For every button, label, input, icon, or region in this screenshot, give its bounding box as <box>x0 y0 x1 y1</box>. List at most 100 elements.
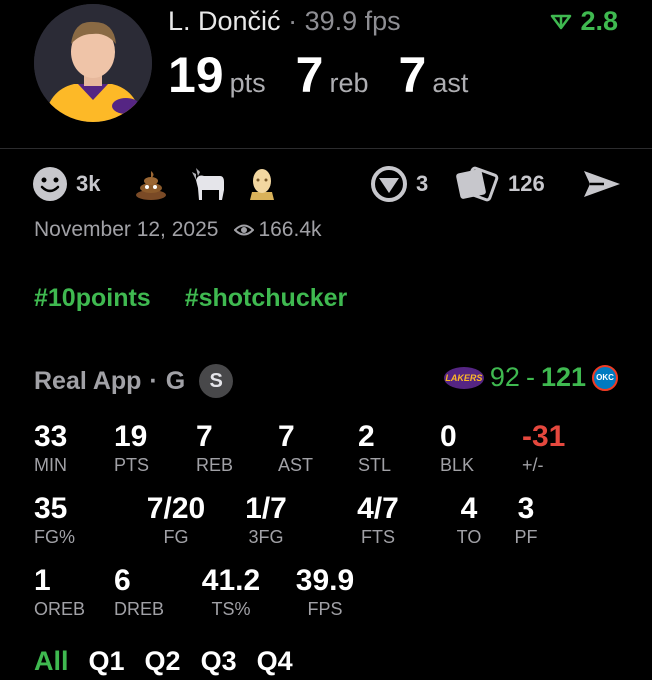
stat-value: 39.9 <box>295 564 355 597</box>
smile-reaction-button[interactable]: 3k <box>32 164 100 204</box>
away-score: 121 <box>540 362 586 392</box>
smile-count: 3k <box>76 171 101 196</box>
goat-reaction-button[interactable] <box>190 164 230 204</box>
stat-value: 41.2 <box>201 564 261 597</box>
stat-min: 33 MIN <box>34 420 67 476</box>
tab-q4[interactable]: Q4 <box>257 646 293 677</box>
stat-value: 1/7 <box>245 492 287 525</box>
stat-value: 7 <box>196 420 213 453</box>
stat-value: 35 <box>34 492 68 525</box>
name-separator: · <box>288 6 298 36</box>
headline-ast-unit: ast <box>432 68 469 98</box>
stat-value: 4/7 <box>357 492 399 525</box>
goat-icon <box>192 168 224 200</box>
stat-value: 0 <box>440 420 457 453</box>
score-dash: - <box>525 362 535 392</box>
cheese-head-icon <box>250 169 274 200</box>
player-fps: 39.9 fps <box>304 6 401 36</box>
poop-reaction-button[interactable] <box>134 164 168 204</box>
source-name: Real App <box>34 366 142 395</box>
tab-q2[interactable]: Q2 <box>145 646 181 677</box>
stat-label: PTS <box>114 455 150 475</box>
tab-q3[interactable]: Q3 <box>201 646 237 677</box>
stat-label: DREB <box>114 599 165 619</box>
stat-blk: 0 BLK <box>440 420 474 476</box>
stat-to: 4 TO <box>457 492 482 548</box>
stat-label: FG <box>163 527 189 547</box>
stat-label: BLK <box>440 455 475 475</box>
stat-fg-pct: 35 FG% <box>34 492 75 548</box>
hashtag-link[interactable]: #shotchucker <box>185 284 348 313</box>
send-icon <box>584 171 620 197</box>
post-views: 166.4k <box>234 218 322 242</box>
stat-label: PF <box>514 527 538 547</box>
stat-label: FTS <box>361 527 395 547</box>
game-source: Real App · G S <box>34 364 234 398</box>
headline-pts-unit: pts <box>229 68 266 98</box>
views-count: 166.4k <box>258 218 322 241</box>
stat-label: STL <box>358 455 392 475</box>
stat-fts: 4/7 FTS <box>357 492 399 548</box>
thunder-logo-icon: OKC <box>592 364 618 391</box>
stat-label: OREB <box>34 599 86 619</box>
stat-label: TO <box>456 527 482 547</box>
player-name[interactable]: L. Dončić <box>168 6 281 36</box>
stat-dreb: 6 DREB <box>114 564 164 620</box>
stat-value: 3 <box>517 492 535 525</box>
headline-pts-value: 19 <box>168 47 224 103</box>
stat-ast: 7 AST <box>278 420 313 476</box>
hashtags: #10points #shotchucker <box>34 284 347 313</box>
stat-value: 7 <box>278 420 295 453</box>
stat-pts: 19 PTS <box>114 420 149 476</box>
starter-badge: S <box>199 364 234 398</box>
post-date: November 12, 2025 <box>34 218 219 241</box>
stat-fps: 39.9 FPS <box>296 564 354 620</box>
stat-value: 6 <box>114 564 131 597</box>
stat-value: 33 <box>34 420 68 453</box>
headline-reb-unit: reb <box>329 68 369 98</box>
share-button[interactable] <box>582 164 622 204</box>
stat-value: 2 <box>358 420 375 453</box>
stat-value: -31 <box>522 420 566 453</box>
headline-ast-value: 7 <box>398 47 427 103</box>
player-title-line: L. Dončić · 39.9 fps <box>168 6 401 37</box>
home-score: 92 <box>489 362 520 392</box>
quarter-tabs: All Q1 Q2 Q3 Q4 <box>34 646 293 677</box>
stat-oreb: 1 OREB <box>34 564 85 620</box>
player-position: G <box>165 366 186 395</box>
stat-reb: 7 REB <box>196 420 233 476</box>
hashtag-link[interactable]: #10points <box>34 284 151 313</box>
player-photo-icon <box>34 4 152 122</box>
player-avatar[interactable] <box>34 4 152 122</box>
post-meta: November 12, 2025 166.4k <box>34 218 322 242</box>
headline-stats: 19 pts 7 reb 7 ast <box>168 46 498 104</box>
cheese-reaction-button[interactable] <box>246 164 278 204</box>
header-divider <box>0 148 652 149</box>
stat-ts-pct: 41.2 TS% <box>202 564 260 620</box>
headline-reb-value: 7 <box>295 47 324 103</box>
stat-fg: 7/20 FG <box>147 492 205 548</box>
trend-arrow-icon <box>551 14 572 29</box>
v-logo-icon <box>371 166 407 202</box>
stat-label: MIN <box>34 455 67 475</box>
stat-stl: 2 STL <box>358 420 391 476</box>
tab-q1[interactable]: Q1 <box>89 646 125 677</box>
stat-value: 19 <box>114 420 148 453</box>
fps-delta: 2.8 <box>550 6 618 37</box>
cards-icon <box>456 166 499 202</box>
cards-count: 126 <box>508 171 545 196</box>
eye-icon <box>234 224 255 236</box>
stat-value: 7/20 <box>146 492 206 525</box>
stat-value: 4 <box>460 492 478 525</box>
stat-label: +/- <box>522 455 544 475</box>
tab-all[interactable]: All <box>34 646 69 677</box>
cards-button[interactable]: 126 <box>454 164 545 204</box>
lakers-logo-icon: LAKERS <box>443 366 484 389</box>
game-score[interactable]: LAKERS 92 - 121 OKC <box>443 362 618 393</box>
stat-label: 3FG <box>248 527 284 547</box>
stat-value: 1 <box>34 564 51 597</box>
comments-button[interactable]: 3 <box>370 164 428 204</box>
stat-label: REB <box>196 455 234 475</box>
stat-label: FPS <box>307 599 343 619</box>
stat-3fg: 1/7 3FG <box>245 492 287 548</box>
